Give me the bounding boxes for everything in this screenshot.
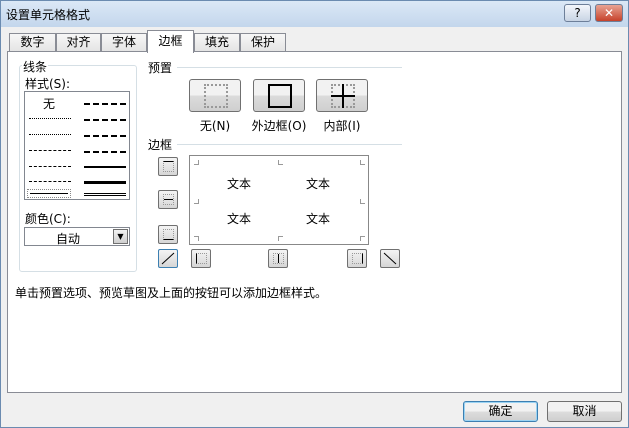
color-value: 自动 [55, 232, 80, 246]
diagonal-down-icon [383, 252, 397, 265]
border-right-icon [352, 253, 363, 264]
preset-outline-button[interactable] [253, 79, 305, 112]
format-cells-dialog: 设置单元格格式 ? ✕ 数字 对齐 字体 边框 填充 保护 线条 样式(S): … [0, 0, 629, 428]
preset-inside-label: 内部(I) [323, 119, 361, 133]
preset-none-label: 无(N) [199, 119, 231, 133]
border-bottom-button[interactable] [158, 225, 178, 244]
border-left-icon [196, 253, 207, 264]
line-style-list[interactable]: 无 [24, 91, 130, 200]
preset-inside-button[interactable] [316, 79, 368, 112]
border-middle-vertical-button[interactable] [268, 249, 288, 268]
line-style-dotted[interactable] [29, 134, 71, 135]
border-preview[interactable]: 文本 文本 文本 文本 [189, 155, 369, 245]
line-style-none[interactable]: 无 [43, 95, 55, 112]
border-middle-vertical-icon [273, 253, 284, 264]
border-middle-horizontal-icon [163, 194, 174, 205]
line-style-dashdot[interactable] [29, 166, 71, 167]
border-left-button[interactable] [191, 249, 211, 268]
border-none-icon [204, 84, 228, 108]
tab-fill[interactable]: 填充 [194, 33, 240, 52]
tab-protection[interactable]: 保护 [240, 33, 286, 52]
ok-button[interactable]: 确定 [463, 401, 538, 422]
tab-font[interactable]: 字体 [101, 33, 147, 52]
presets-label: 预置 [147, 59, 174, 76]
border-diagonal-up-button[interactable] [158, 249, 178, 268]
tab-alignment[interactable]: 对齐 [56, 33, 101, 52]
tab-border[interactable]: 边框 [147, 30, 194, 53]
close-button[interactable]: ✕ [595, 4, 623, 22]
border-top-icon [163, 161, 174, 172]
border-top-button[interactable] [158, 157, 178, 176]
preview-text: 文本 [227, 177, 252, 191]
chevron-down-icon[interactable]: ▼ [113, 229, 128, 244]
border-outline-icon [268, 84, 292, 108]
line-style-thin-selected[interactable] [27, 189, 71, 198]
border-right-button[interactable] [347, 249, 367, 268]
line-style-medium-dashdotdot[interactable] [84, 103, 126, 105]
preset-outline-label: 外边框(O) [251, 119, 307, 133]
hint-text: 单击预置选项、预览草图及上面的按钮可以添加边框样式。 [15, 286, 328, 300]
line-style-thick[interactable] [84, 181, 126, 184]
divider [177, 144, 402, 145]
border-diagonal-down-button[interactable] [380, 249, 400, 268]
line-style-medium-dashdot[interactable] [84, 135, 126, 137]
line-style-hair[interactable] [29, 118, 71, 119]
style-label: 样式(S): [24, 75, 72, 92]
preset-none-button[interactable] [189, 79, 241, 112]
diagonal-up-icon [161, 252, 175, 265]
preview-text: 文本 [306, 177, 331, 191]
border-inside-icon [331, 84, 355, 108]
line-group-label: 线条 [22, 58, 49, 75]
color-select[interactable]: 自动 ▼ [24, 227, 130, 246]
divider [177, 67, 402, 68]
help-button[interactable]: ? [564, 4, 591, 22]
border-bottom-icon [163, 229, 174, 240]
cancel-button[interactable]: 取消 [547, 401, 622, 422]
line-style-medium[interactable] [84, 166, 126, 168]
line-style-dashed[interactable] [29, 181, 71, 182]
tab-number[interactable]: 数字 [9, 33, 56, 52]
preview-text: 文本 [227, 212, 252, 226]
line-style-dashdotdot[interactable] [29, 150, 71, 151]
border-middle-horizontal-button[interactable] [158, 190, 178, 209]
dialog-title: 设置单元格格式 [6, 8, 91, 22]
line-style-medium-dashed[interactable] [84, 151, 126, 153]
color-label: 颜色(C): [24, 210, 72, 227]
line-style-double[interactable] [84, 193, 126, 196]
border-label: 边框 [147, 136, 174, 153]
title-bar: 设置单元格格式 ? ✕ [1, 1, 628, 27]
preview-text: 文本 [306, 212, 331, 226]
line-style-slant-dashdot[interactable] [84, 119, 126, 121]
